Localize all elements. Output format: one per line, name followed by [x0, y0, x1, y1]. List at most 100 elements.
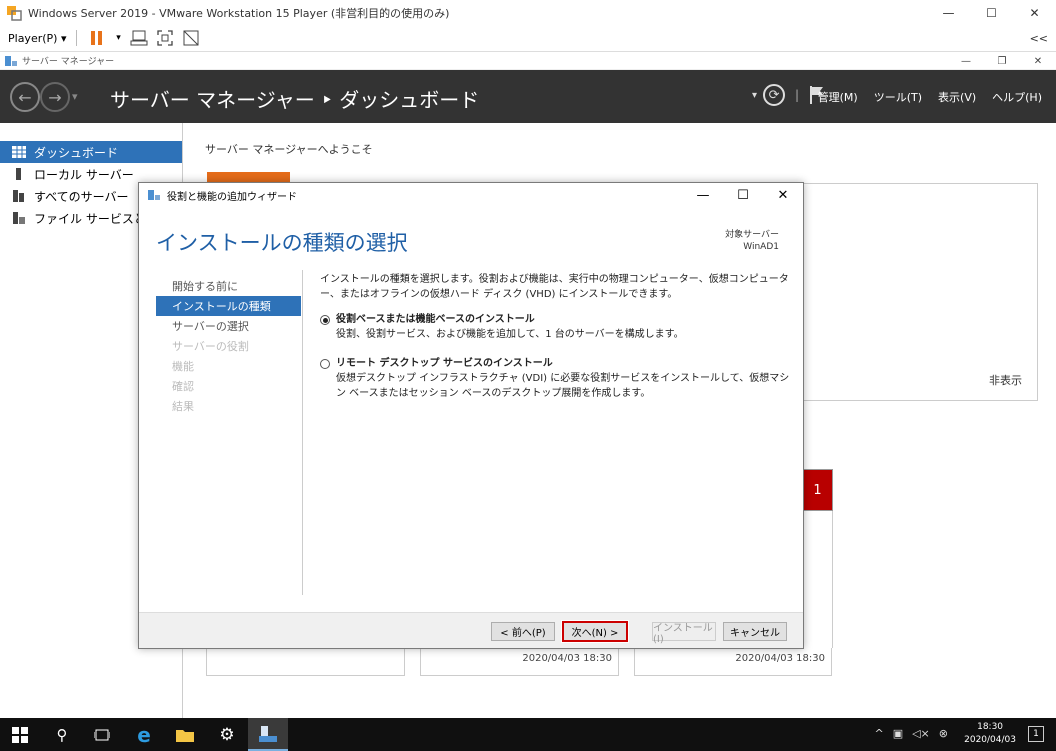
server-manager-icon	[259, 725, 277, 742]
search-button[interactable]: ⚲	[42, 718, 82, 751]
wizard-window-title: 役割と機能の追加ウィザード	[167, 191, 297, 203]
radio-role-based[interactable]	[320, 315, 330, 325]
wizard-icon	[148, 190, 160, 200]
action-center-icon[interactable]: 1	[1028, 726, 1044, 742]
header-divider: |	[795, 88, 800, 102]
server-tile[interactable]	[206, 648, 405, 676]
fullscreen-button[interactable]	[155, 29, 175, 47]
search-icon: ⚲	[56, 725, 68, 744]
status-error-icon[interactable]: ⊗	[939, 727, 948, 740]
previous-button[interactable]: < 前へ(P)	[491, 622, 555, 641]
nav-history-dropdown[interactable]: ▾	[72, 90, 78, 103]
option-remote-desktop[interactable]: リモート デスクトップ サービスのインストール 仮想デスクトップ インフラストラ…	[320, 356, 790, 401]
install-button: インストール(I)	[652, 622, 716, 645]
next-button[interactable]: 次へ(N) >	[561, 620, 629, 643]
vmware-window-title: Windows Server 2019 - VMware Workstation…	[28, 6, 450, 20]
target-server-name: WinAD1	[743, 242, 779, 252]
sm-restore-button[interactable]: ❐	[984, 52, 1020, 70]
vmware-toolbar: Player(P) ▾ ▾ <<	[0, 25, 1056, 52]
back-button[interactable]: ←	[10, 82, 40, 112]
refresh-icon[interactable]: ⟳	[763, 84, 786, 106]
toolbar-divider	[76, 30, 78, 46]
settings-button[interactable]: ⚙	[207, 718, 247, 751]
task-view-icon	[94, 729, 110, 740]
option-description: 仮想デスクトップ インフラストラクチャ (VDI) に必要な役割サービスをインス…	[336, 373, 790, 399]
close-button[interactable]: ✕	[1013, 0, 1056, 25]
target-server-info: 対象サーバー WinAD1	[725, 229, 779, 253]
menu-manage[interactable]: 管理(M)	[818, 89, 858, 105]
option-title: リモート デスクトップ サービスのインストール	[336, 358, 553, 369]
menu-tools[interactable]: ツール(T)	[874, 89, 922, 105]
send-ctrl-alt-del-button[interactable]	[129, 29, 149, 47]
minimize-button[interactable]: —	[927, 0, 970, 25]
step-before-you-begin[interactable]: 開始する前に	[156, 276, 301, 296]
internet-explorer-icon: e	[137, 722, 151, 747]
tile-timestamp: 2020/04/03 18:30	[735, 653, 825, 664]
wizard-maximize-button[interactable]: ☐	[723, 183, 763, 207]
step-installation-type[interactable]: インストールの種類	[156, 296, 301, 316]
server-manager-taskbar-button[interactable]	[248, 718, 288, 751]
vmware-logo-icon	[7, 5, 22, 21]
gear-icon: ⚙	[219, 724, 235, 745]
sm-minimize-button[interactable]: —	[948, 52, 984, 70]
windows-logo-icon	[12, 726, 28, 743]
task-view-button[interactable]	[82, 718, 122, 751]
internet-explorer-button[interactable]: e	[124, 718, 164, 751]
menu-view[interactable]: 表示(V)	[938, 89, 976, 105]
server-manager-header: ← → ▾ サーバー マネージャー ‣ ダッシュボード ▾ ⟳ | 管理(M) …	[0, 70, 1056, 123]
alert-count-badge[interactable]: 1	[802, 469, 833, 511]
file-services-icon	[13, 212, 25, 224]
wizard-close-button[interactable]: ✕	[763, 183, 803, 207]
pause-dropdown[interactable]: ▾	[113, 29, 123, 47]
step-results: 結果	[172, 400, 194, 413]
hide-link[interactable]: 非表示	[989, 372, 1022, 388]
pause-icon	[91, 31, 103, 45]
sidebar-item-dashboard[interactable]: ダッシュボード	[0, 141, 182, 163]
maximize-button[interactable]: ☐	[970, 0, 1013, 25]
option-title: 役割ベースまたは機能ベースのインストール	[336, 314, 535, 325]
sm-close-button[interactable]: ✕	[1020, 52, 1056, 70]
server-manager-title-bar: サーバー マネージャー — ❐ ✕	[0, 52, 1056, 70]
server-tile[interactable]: 2020/04/03 18:30	[634, 648, 832, 676]
server-manager-window-title: サーバー マネージャー	[22, 57, 115, 67]
unity-icon	[183, 30, 199, 46]
clock[interactable]: 18:30 2020/04/03	[964, 721, 1016, 747]
pause-button[interactable]	[87, 29, 107, 47]
sidebar-item-label: すべてのサーバー	[34, 189, 129, 204]
volume-muted-icon[interactable]: ◁×	[912, 727, 930, 740]
breadcrumb: サーバー マネージャー ‣ ダッシュボード	[110, 88, 480, 112]
wizard-minimize-button[interactable]: —	[683, 183, 723, 207]
player-menu[interactable]: Player(P) ▾	[8, 32, 66, 45]
welcome-heading: サーバー マネージャーへようこそ	[205, 143, 373, 156]
add-roles-wizard: 役割と機能の追加ウィザード — ☐ ✕ インストールの種類の選択 対象サーバー …	[138, 182, 804, 649]
wizard-heading: インストールの種類の選択	[156, 231, 408, 255]
taskbar: ⚲ e ⚙ ^ ▣ ◁× ⊗ 18:30 2020/04/03 1	[0, 718, 1056, 751]
header-menu: 管理(M) ツール(T) 表示(V) ヘルプ(H)	[802, 89, 1042, 105]
option-description: 役割、役割サービス、および機能を追加して、1 台のサーバーを構成します。	[336, 329, 684, 340]
collapse-toolbar-button[interactable]: <<	[1030, 32, 1048, 45]
keyboard-computer-icon	[130, 30, 148, 46]
start-button[interactable]	[0, 718, 40, 751]
show-hidden-icons-chevron-icon[interactable]: ^	[874, 727, 883, 740]
network-icon[interactable]: ▣	[893, 727, 903, 740]
server-icon	[16, 168, 21, 180]
server-tile[interactable]: 2020/04/03 18:30	[420, 648, 619, 676]
unity-button[interactable]	[181, 29, 201, 47]
vmware-title-bar: Windows Server 2019 - VMware Workstation…	[0, 0, 1056, 25]
step-server-selection[interactable]: サーバーの選択	[156, 316, 301, 336]
forward-button[interactable]: →	[40, 82, 70, 112]
tile-timestamp: 2020/04/03 18:30	[522, 653, 612, 664]
fullscreen-icon	[157, 30, 174, 46]
wizard-steps: 開始する前に インストールの種類 サーバーの選択 サーバーの役割 機能 確認 結…	[156, 276, 301, 416]
cancel-button[interactable]: キャンセル	[723, 622, 787, 641]
option-role-based[interactable]: 役割ベースまたは機能ベースのインストール 役割、役割サービス、および機能を追加し…	[320, 312, 790, 342]
wizard-footer: < 前へ(P) 次へ(N) > インストール(I) キャンセル	[139, 612, 803, 648]
step-confirmation: 確認	[172, 380, 194, 393]
servers-icon	[13, 190, 24, 202]
refresh-dropdown-icon[interactable]: ▾	[752, 90, 757, 101]
menu-help[interactable]: ヘルプ(H)	[992, 89, 1042, 105]
radio-remote-desktop[interactable]	[320, 359, 330, 369]
file-explorer-button[interactable]	[165, 718, 205, 751]
dashboard-icon	[12, 146, 26, 158]
steps-divider	[302, 270, 303, 595]
